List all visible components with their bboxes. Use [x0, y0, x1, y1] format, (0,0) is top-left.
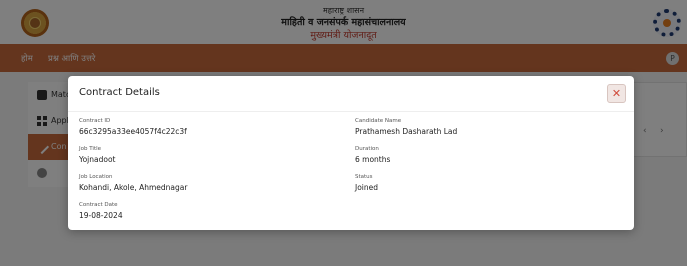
status-field: Status Joined [355, 174, 378, 192]
field-value: 66c3295a33ee4057f4c22c3f [79, 127, 187, 136]
close-button[interactable]: ✕ [607, 84, 626, 103]
field-value: Kohandi, Akole, Ahmednagar [79, 183, 188, 192]
duration-field: Duration 6 months [355, 146, 390, 164]
field-label: Candidate Name [355, 118, 402, 124]
candidate-name-field: Candidate Name Prathamesh Dasharath Lad [355, 118, 457, 136]
field-value: Joined [355, 183, 379, 192]
field-label: Job Location [79, 174, 113, 180]
field-label: Contract Date [79, 202, 118, 208]
field-value: Prathamesh Dasharath Lad [355, 127, 458, 136]
field-value: 19-08-2024 [79, 211, 123, 220]
divider [68, 111, 634, 112]
contract-details-modal: Contract Details ✕ Contract ID 66c3295a3… [68, 76, 634, 230]
field-label: Contract ID [79, 118, 111, 124]
field-label: Status [355, 174, 373, 180]
contract-id-field: Contract ID 66c3295a33ee4057f4c22c3f [79, 118, 187, 136]
field-value: Yojnadoot [79, 155, 116, 164]
job-location-field: Job Location Kohandi, Akole, Ahmednagar [79, 174, 187, 192]
field-label: Duration [355, 146, 379, 152]
field-label: Job Title [79, 146, 102, 152]
job-title-field: Job Title Yojnadoot [79, 146, 116, 164]
contract-date-field: Contract Date 19-08-2024 [79, 202, 123, 220]
field-value: 6 months [355, 155, 391, 164]
modal-title: Contract Details [79, 87, 160, 98]
